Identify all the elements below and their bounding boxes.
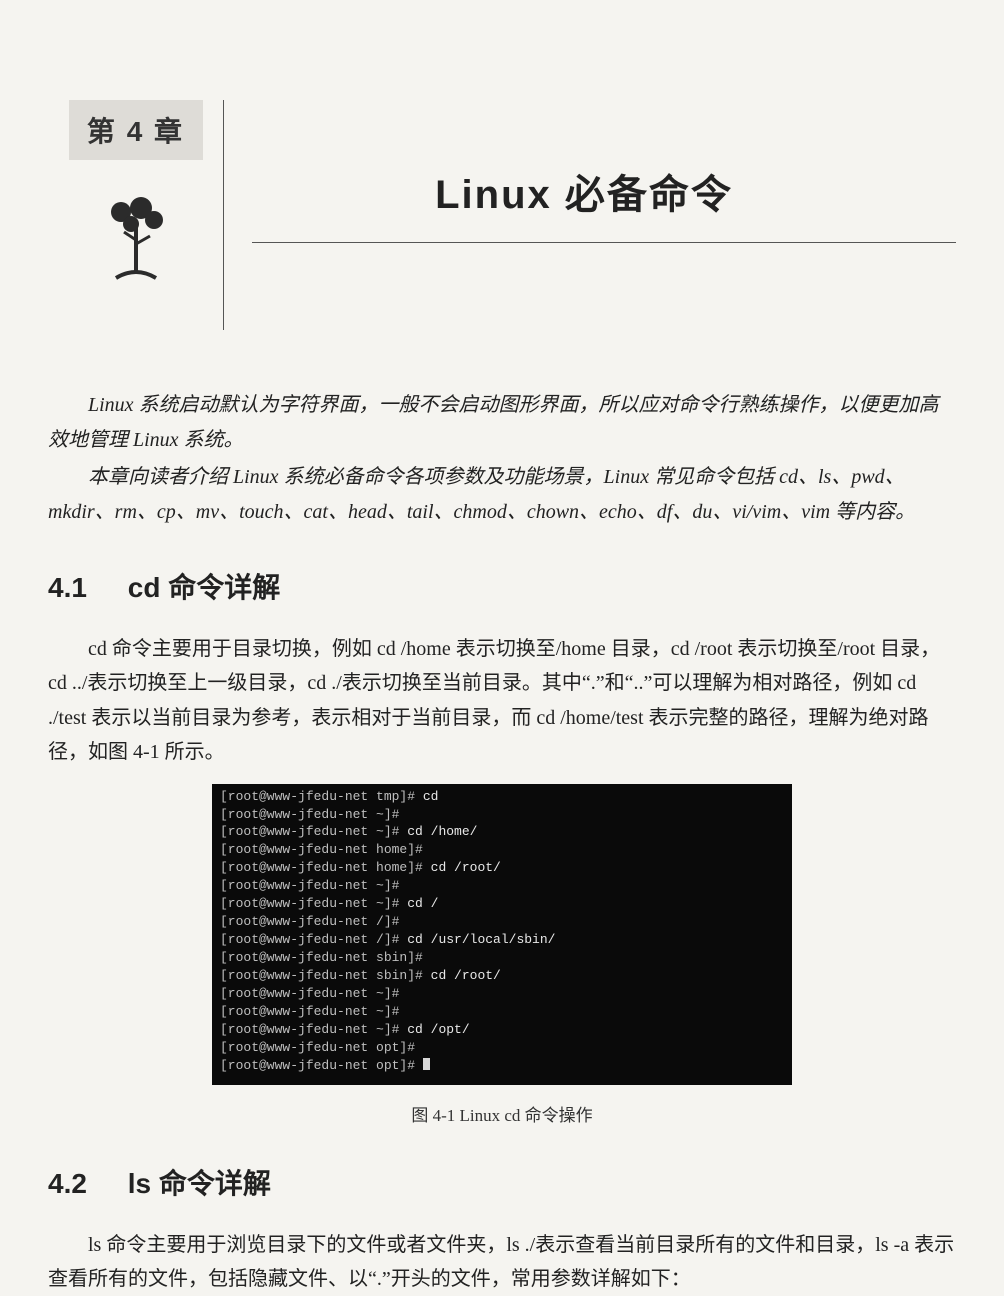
- terminal-line: [root@www-jfedu-net home]#: [220, 841, 784, 859]
- page-content: 第 4 章 Linux 必备命令 Linux 系统启动默认为字符界面，一般不会启…: [48, 0, 956, 1296]
- terminal-line: [root@www-jfedu-net ~]# cd /home/: [220, 823, 784, 841]
- section-4-2-paragraph: ls 命令主要用于浏览目录下的文件或者文件夹，ls ./表示查看当前目录所有的文…: [48, 1228, 956, 1296]
- terminal-line: [root@www-jfedu-net ~]# cd /: [220, 895, 784, 913]
- terminal-line: [root@www-jfedu-net sbin]# cd /root/: [220, 967, 784, 985]
- chapter-number-text: 第 4 章: [87, 110, 184, 150]
- terminal-line: [root@www-jfedu-net /]#: [220, 913, 784, 931]
- terminal-line: [root@www-jfedu-net sbin]#: [220, 949, 784, 967]
- terminal-line: [root@www-jfedu-net ~]# cd /opt/: [220, 1021, 784, 1039]
- section-4-2-heading: 4.2 ls 命令详解: [48, 1162, 956, 1202]
- section-title: ls 命令详解: [128, 1168, 271, 1199]
- section-4-2-body: ls 命令主要用于浏览目录下的文件或者文件夹，ls ./表示查看当前目录所有的文…: [48, 1228, 956, 1296]
- terminal-line: [root@www-jfedu-net opt]#: [220, 1039, 784, 1057]
- chapter-intro: Linux 系统启动默认为字符界面，一般不会启动图形界面，所以应对命令行熟练操作…: [48, 388, 956, 530]
- section-number: 4.1: [48, 572, 120, 604]
- terminal-screenshot: [root@www-jfedu-net tmp]# cd[root@www-jf…: [212, 784, 792, 1085]
- intro-paragraph-1: Linux 系统启动默认为字符界面，一般不会启动图形界面，所以应对命令行熟练操作…: [48, 388, 956, 458]
- chapter-left-column: 第 4 章: [48, 100, 223, 290]
- chapter-header-row: 第 4 章 Linux 必备命令: [48, 100, 956, 330]
- terminal-figure-wrap: [root@www-jfedu-net tmp]# cd[root@www-jf…: [48, 784, 956, 1085]
- terminal-line: [root@www-jfedu-net home]# cd /root/: [220, 859, 784, 877]
- decorative-tree-icon: [96, 190, 176, 290]
- section-number: 4.2: [48, 1168, 120, 1200]
- section-4-1-paragraph: cd 命令主要用于目录切换，例如 cd /home 表示切换至/home 目录，…: [48, 632, 956, 770]
- intro-paragraph-2: 本章向读者介绍 Linux 系统必备命令各项参数及功能场景，Linux 常见命令…: [48, 460, 956, 530]
- terminal-line: [root@www-jfedu-net ~]#: [220, 806, 784, 824]
- terminal-line: [root@www-jfedu-net ~]#: [220, 985, 784, 1003]
- section-title: cd 命令详解: [128, 572, 280, 603]
- section-4-1-heading: 4.1 cd 命令详解: [48, 566, 956, 606]
- terminal-line: [root@www-jfedu-net ~]#: [220, 877, 784, 895]
- chapter-number-box: 第 4 章: [69, 100, 203, 160]
- chapter-title-column: Linux 必备命令: [223, 100, 956, 330]
- terminal-line: [root@www-jfedu-net ~]#: [220, 1003, 784, 1021]
- section-4-1-body: cd 命令主要用于目录切换，例如 cd /home 表示切换至/home 目录，…: [48, 632, 956, 770]
- figure-4-1-caption: 图 4-1 Linux cd 命令操作: [48, 1101, 956, 1126]
- terminal-line: [root@www-jfedu-net tmp]# cd: [220, 788, 784, 806]
- terminal-line: [root@www-jfedu-net opt]#: [220, 1057, 784, 1075]
- cursor-icon: [423, 1058, 430, 1070]
- terminal-line: [root@www-jfedu-net /]# cd /usr/local/sb…: [220, 931, 784, 949]
- chapter-title: Linux 必备命令: [252, 162, 956, 243]
